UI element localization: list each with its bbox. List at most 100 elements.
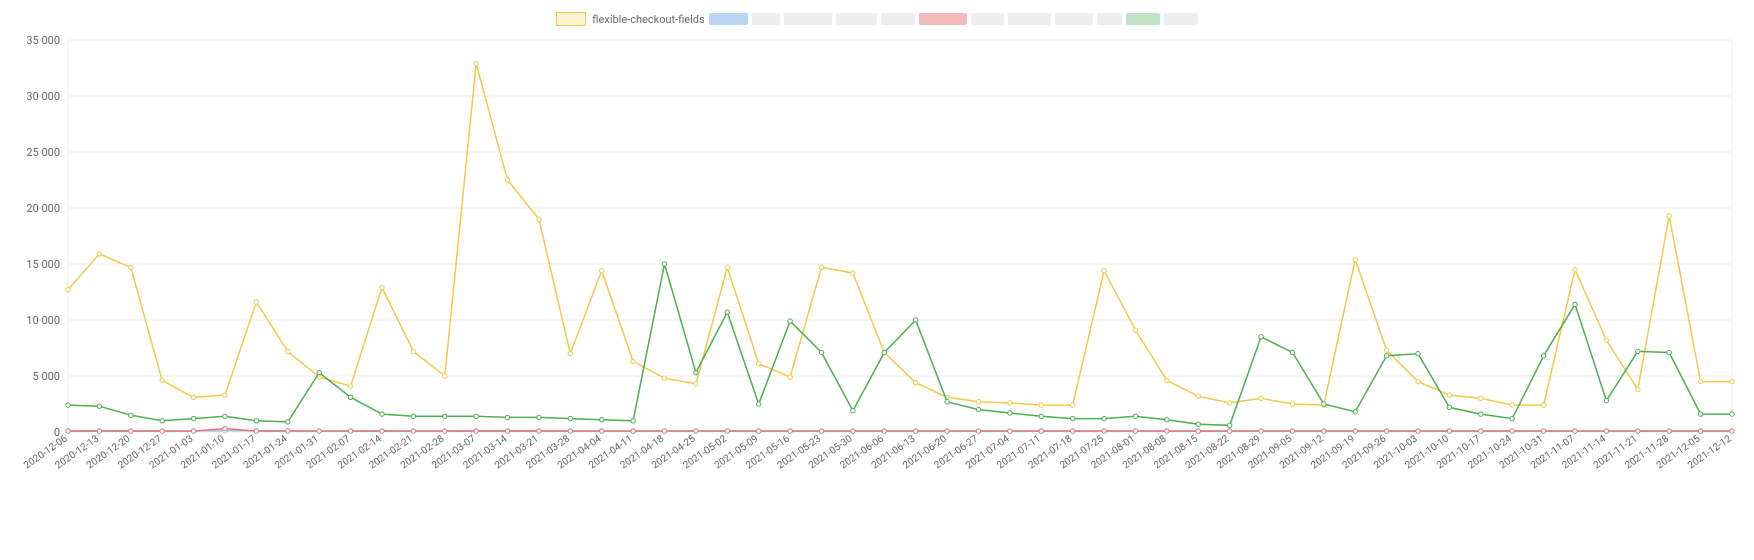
data-point [97, 404, 101, 408]
data-point [725, 429, 729, 433]
data-point [1604, 338, 1608, 342]
data-point [1290, 402, 1294, 406]
data-point [1259, 396, 1263, 400]
data-point [1541, 403, 1545, 407]
data-point [286, 429, 290, 433]
data-point [1730, 379, 1734, 383]
data-point [129, 429, 133, 433]
data-point [1008, 411, 1012, 415]
data-point [1510, 403, 1514, 407]
data-point [1322, 429, 1326, 433]
data-point [788, 429, 792, 433]
legend-ghost [784, 13, 832, 25]
data-point [600, 417, 604, 421]
data-point [286, 349, 290, 353]
data-point [757, 402, 761, 406]
data-point [600, 429, 604, 433]
data-point [411, 429, 415, 433]
data-point [1008, 429, 1012, 433]
legend-ghost [709, 13, 748, 25]
data-point [1290, 350, 1294, 354]
data-point [631, 429, 635, 433]
data-point [1541, 429, 1545, 433]
data-point [1447, 405, 1451, 409]
data-point [66, 288, 70, 292]
data-point [945, 429, 949, 433]
data-point [1102, 429, 1106, 433]
data-point [1102, 416, 1106, 420]
data-point [317, 370, 321, 374]
data-point [537, 217, 541, 221]
legend-ghost [971, 13, 1004, 25]
data-point [1353, 429, 1357, 433]
data-point [1165, 417, 1169, 421]
data-point [348, 384, 352, 388]
data-point [1730, 429, 1734, 433]
data-point [631, 359, 635, 363]
data-point [66, 429, 70, 433]
data-point [1416, 429, 1420, 433]
data-point [600, 269, 604, 273]
data-point [223, 393, 227, 397]
data-point [1039, 429, 1043, 433]
data-point [1165, 378, 1169, 382]
data-point [380, 285, 384, 289]
data-point [694, 429, 698, 433]
data-point [1102, 269, 1106, 273]
data-point [851, 429, 855, 433]
data-point [1636, 387, 1640, 391]
data-point [1196, 394, 1200, 398]
data-point [1070, 403, 1074, 407]
legend-item-flexible-checkout-fields[interactable]: flexible-checkout-fields [556, 12, 704, 26]
data-point [819, 429, 823, 433]
data-point [537, 429, 541, 433]
data-point [66, 403, 70, 407]
data-point [1573, 267, 1577, 271]
data-point [1698, 412, 1702, 416]
data-point [976, 400, 980, 404]
data-point [1070, 429, 1074, 433]
data-point [411, 349, 415, 353]
data-point [1447, 429, 1451, 433]
data-point [254, 300, 258, 304]
data-point [505, 178, 509, 182]
data-point [474, 429, 478, 433]
data-point [882, 429, 886, 433]
data-point [1070, 416, 1074, 420]
data-point [913, 429, 917, 433]
data-point [505, 429, 509, 433]
data-point [160, 378, 164, 382]
data-point [1698, 429, 1702, 433]
data-point [191, 416, 195, 420]
data-point [1573, 302, 1577, 306]
data-point [97, 429, 101, 433]
data-point [1227, 429, 1231, 433]
data-point [223, 426, 227, 430]
data-point [1541, 354, 1545, 358]
data-point [1039, 403, 1043, 407]
data-point [505, 415, 509, 419]
data-point [694, 382, 698, 386]
data-point [1604, 398, 1608, 402]
chart-area: 05 00010 00015 00020 00025 00030 00035 0… [12, 34, 1742, 514]
data-point [1384, 348, 1388, 352]
data-point [380, 412, 384, 416]
data-point [568, 351, 572, 355]
data-point [1353, 257, 1357, 261]
data-point [1667, 214, 1671, 218]
data-point [1322, 402, 1326, 406]
data-point [1479, 429, 1483, 433]
data-point [129, 265, 133, 269]
data-point [1133, 429, 1137, 433]
data-point [662, 262, 666, 266]
data-point [757, 361, 761, 365]
legend: flexible-checkout-fields [12, 10, 1742, 28]
data-point [1636, 349, 1640, 353]
data-point [1353, 410, 1357, 414]
x-axis: 2020-12-062020-12-132020-12-202020-12-27… [22, 433, 1734, 471]
data-point [1384, 354, 1388, 358]
y-tick-label: 30 000 [26, 90, 60, 103]
data-point [913, 318, 917, 322]
data-point [662, 429, 666, 433]
y-tick-label: 10 000 [26, 314, 60, 327]
